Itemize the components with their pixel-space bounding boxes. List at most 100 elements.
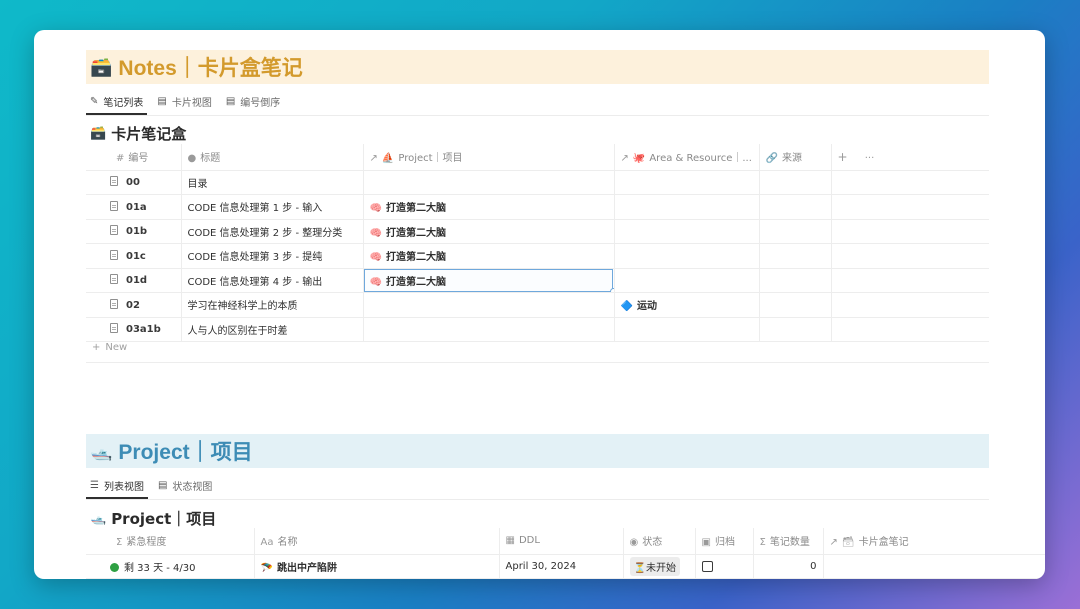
source-cell[interactable]	[759, 170, 832, 195]
id-value: 02	[126, 299, 140, 311]
title-cell[interactable]: 人与人的区别在于时差	[181, 317, 364, 342]
project-tag[interactable]: 🧠 打造第二大脑	[370, 203, 446, 214]
area-cell[interactable]	[614, 170, 760, 195]
area-cell[interactable]	[614, 317, 760, 342]
column-header-project[interactable]: ↗ ⛵ Project｜项目	[363, 144, 615, 171]
gallery-icon: ▤	[157, 96, 167, 107]
project-tag[interactable]: 🧠 打造第二大脑	[370, 228, 446, 239]
column-label: 状态	[642, 537, 663, 549]
table-row[interactable]: 01b CODE 信息处理第 2 步 - 整理分类 🧠 打造第二大脑	[86, 219, 989, 244]
id-cell[interactable]: 03a1b	[86, 317, 182, 342]
column-header-archive[interactable]: ▣ 归档	[695, 528, 754, 555]
status-cell[interactable]: ⏳未开始	[623, 554, 696, 579]
table-row[interactable]: 01a CODE 信息处理第 1 步 - 输入 🧠 打造第二大脑	[86, 194, 989, 220]
boat-icon: 🛥️	[90, 440, 113, 461]
id-cell[interactable]: 00	[86, 170, 182, 195]
project-section-title[interactable]: 🛥️ Project｜项目	[90, 508, 216, 529]
archive-cell[interactable]	[695, 554, 754, 579]
column-header-notes[interactable]: ↗ 🗃 卡片盒笔记	[823, 528, 1045, 555]
column-header-area[interactable]: ↗ 🐙 Area & Resource｜...	[614, 144, 760, 171]
tab-list-view[interactable]: ☰ 列表视图	[86, 478, 148, 499]
count-cell[interactable]: 0	[753, 554, 824, 579]
table-row[interactable]: 01d CODE 信息处理第 4 步 - 输出 🧠 打造第二大脑	[86, 268, 989, 293]
tab-note-list[interactable]: ✎ 笔记列表	[86, 94, 148, 115]
notes-section-title[interactable]: 🗃️ 卡片笔记盒	[90, 123, 186, 144]
project-cell[interactable]: 🧠 打造第二大脑	[363, 219, 615, 244]
column-header-title[interactable]: ● 标题	[181, 144, 364, 171]
column-header-source[interactable]: 🔗 来源	[759, 144, 832, 171]
area-cell[interactable]	[614, 268, 760, 293]
title-cell[interactable]: CODE 信息处理第 3 步 - 提纯	[181, 243, 364, 269]
new-row-button[interactable]: + New	[92, 342, 127, 353]
tab-card-view[interactable]: ▤ 卡片视图	[153, 94, 215, 115]
area-cell[interactable]	[614, 194, 760, 220]
plus-icon: +	[92, 342, 101, 353]
project-cell-selected[interactable]: 🧠 打造第二大脑	[363, 268, 615, 293]
column-header-urgency[interactable]: Σ 紧急程度	[86, 528, 255, 555]
comment-icon: ●	[187, 153, 197, 165]
project-cell[interactable]	[363, 170, 615, 195]
area-tag[interactable]: 🔷 运动	[621, 301, 657, 312]
source-cell[interactable]	[759, 243, 832, 269]
area-cell[interactable]	[614, 219, 760, 244]
column-label: 笔记数量	[769, 537, 810, 549]
relation-arrow-icon: ↗	[369, 153, 378, 165]
board-icon: ▤	[157, 480, 168, 491]
add-column-button[interactable]: +	[838, 150, 848, 164]
table-row[interactable]: 03a1b 人与人的区别在于时差	[86, 317, 989, 342]
empty-cell	[831, 170, 989, 195]
project-cell[interactable]	[363, 292, 615, 318]
id-value: 01a	[126, 201, 147, 213]
urgency-cell[interactable]: 剩 33 天 - 4/30	[86, 554, 255, 579]
column-header-status[interactable]: ◉ 状态	[623, 528, 696, 555]
source-cell[interactable]	[759, 292, 832, 318]
area-cell[interactable]	[614, 243, 760, 269]
archive-checkbox[interactable]	[701, 560, 713, 572]
table-header-row: # 编号 ● 标题 ↗ ⛵ Project｜项目 ↗ 🐙 Area & Resource｜.…	[86, 144, 989, 171]
project-tag[interactable]: 🧠 打造第二大脑	[370, 277, 446, 288]
source-cell[interactable]	[759, 194, 832, 220]
empty-cell	[831, 243, 989, 269]
more-options-button[interactable]: ···	[865, 153, 875, 164]
id-cell[interactable]: 01d	[86, 268, 182, 293]
area-cell[interactable]: 🔷 运动	[614, 292, 760, 318]
tab-status-view[interactable]: ▤ 状态视图	[154, 478, 216, 499]
name-cell[interactable]: 🪂 跳出中产陷阱	[254, 554, 500, 579]
notes-table: # 编号 ● 标题 ↗ ⛵ Project｜项目 ↗ 🐙 Area & Resource｜.…	[86, 144, 989, 342]
source-cell[interactable]	[759, 317, 832, 342]
table-row[interactable]: 02 学习在神经科学上的本质 🔷 运动	[86, 292, 989, 318]
column-label: 来源	[781, 153, 802, 165]
title-cell[interactable]: 目录	[181, 170, 364, 195]
table-row[interactable]: 剩 33 天 - 4/30 🪂 跳出中产陷阱 April 30, 2024 ⏳未开…	[86, 554, 1045, 579]
source-cell[interactable]	[759, 219, 832, 244]
title-cell[interactable]: CODE 信息处理第 2 步 - 整理分类	[181, 219, 364, 244]
relation-arrow-icon: ↗	[829, 537, 838, 549]
project-cell[interactable]: 🧠 打造第二大脑	[363, 243, 615, 269]
id-cell[interactable]: 01c	[86, 243, 182, 269]
project-cell[interactable]	[363, 317, 615, 342]
tab-id-desc[interactable]: ▤ 编号倒序	[222, 94, 284, 115]
column-header-count[interactable]: Σ 笔记数量	[753, 528, 824, 555]
status-badge[interactable]: ⏳未开始	[629, 556, 680, 576]
project-cell[interactable]: 🧠 打造第二大脑	[363, 194, 615, 220]
column-label: 编号	[128, 153, 149, 165]
id-cell[interactable]: 01b	[86, 219, 182, 244]
title-cell[interactable]: CODE 信息处理第 4 步 - 输出	[181, 268, 364, 293]
column-header-id[interactable]: # 编号	[86, 144, 182, 171]
ddl-cell[interactable]: April 30, 2024	[499, 554, 624, 579]
table-row[interactable]: 00 目录	[86, 170, 989, 195]
title-cell[interactable]: 学习在神经科学上的本质	[181, 292, 364, 318]
empty-cell	[831, 219, 989, 244]
project-tag[interactable]: 🧠 打造第二大脑	[370, 252, 446, 263]
notes-cell[interactable]	[823, 554, 1045, 579]
column-header-ddl[interactable]: ▦ DDL	[499, 528, 624, 555]
id-cell[interactable]: 01a	[86, 194, 182, 220]
id-value: 00	[126, 177, 140, 189]
id-cell[interactable]: 02	[86, 292, 182, 318]
title-cell[interactable]: CODE 信息处理第 1 步 - 输入	[181, 194, 364, 220]
empty-cell	[831, 292, 989, 318]
project-name[interactable]: 🪂 跳出中产陷阱	[261, 563, 337, 574]
column-header-name[interactable]: Aa 名称	[254, 528, 500, 555]
source-cell[interactable]	[759, 268, 832, 293]
table-row[interactable]: 01c CODE 信息处理第 3 步 - 提纯 🧠 打造第二大脑	[86, 243, 989, 269]
